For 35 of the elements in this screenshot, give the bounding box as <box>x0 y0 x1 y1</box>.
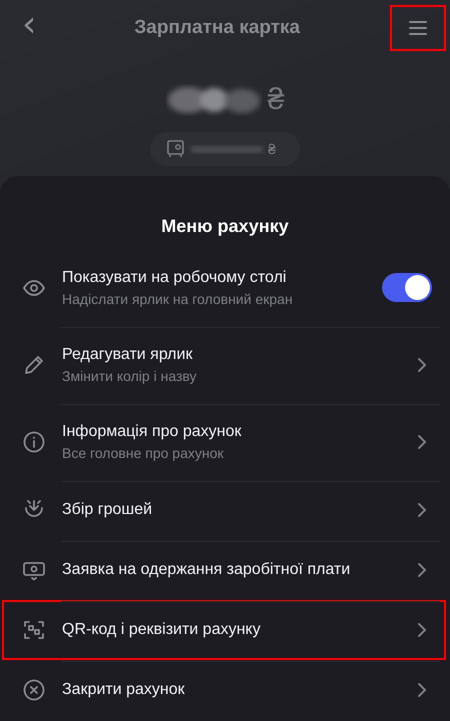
menu-button[interactable] <box>390 5 446 51</box>
qr-code-icon <box>22 618 46 642</box>
chevron-right-icon <box>416 432 428 450</box>
chevron-right-icon <box>416 561 428 579</box>
menu-icon <box>408 20 428 36</box>
chevron-right-icon <box>416 501 428 519</box>
chevron-right-icon <box>416 356 428 374</box>
menu-item[interactable]: QR-код і реквізити рахунку <box>2 600 446 660</box>
item-title: Редагувати ярлик <box>62 346 194 364</box>
item-subtitle: Змінити колір і назву <box>62 368 198 384</box>
toggle-switch[interactable] <box>382 273 432 302</box>
safe-icon <box>166 139 186 159</box>
item-title: Показувати на робочому столі <box>62 268 288 286</box>
menu-item[interactable]: Збір грошей <box>2 480 446 540</box>
item-subtitle: Надіслати ярлик на головний екран <box>62 290 294 306</box>
menu-item[interactable]: Заявка на одержання заробітної плати <box>2 540 446 600</box>
menu-item[interactable]: Інформація про рахунок Все головне про рахунок <box>2 403 446 480</box>
back-button[interactable]: ‹ <box>14 7 44 49</box>
item-title: Заявка на одержання заробітної плати <box>62 561 352 579</box>
close-circle-icon <box>22 678 46 702</box>
item-subtitle: Все головне про рахунок <box>62 444 225 460</box>
screen-title: Зарплатна картка <box>134 17 300 39</box>
menu-item[interactable]: Закрити рахунок <box>2 660 446 720</box>
currency-sign: ₴ <box>268 141 276 157</box>
item-title: Закрити рахунок <box>62 681 186 699</box>
currency-sign: ₴ <box>268 83 284 117</box>
item-title: Збір грошей <box>62 501 154 519</box>
item-title: QR-код і реквізити рахунку <box>62 621 262 639</box>
chevron-right-icon <box>416 681 428 699</box>
chevron-right-icon <box>416 621 428 639</box>
item-title: Інформація про рахунок <box>62 422 242 440</box>
sheet-title: Меню рахунку <box>160 216 290 237</box>
menu-item[interactable]: Показувати на робочому столі Надіслати ярлик на головний екран <box>2 249 446 326</box>
menu-item[interactable]: Редагувати ярлик Змінити колір і назву <box>2 326 446 403</box>
info-icon <box>22 430 46 454</box>
